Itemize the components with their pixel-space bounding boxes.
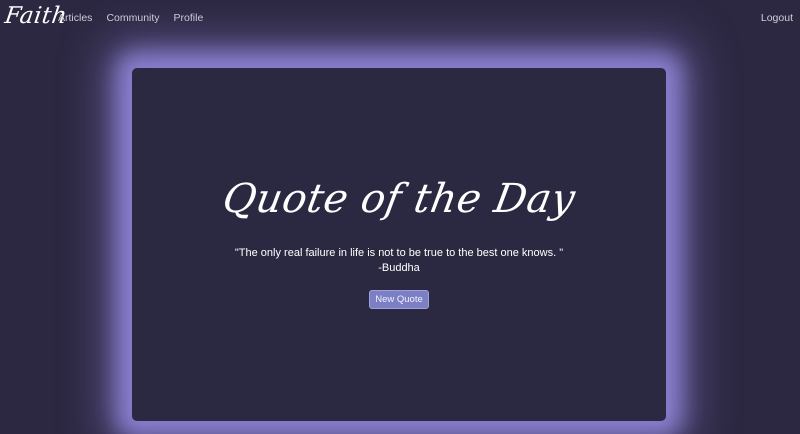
quote-author: -Buddha (378, 262, 420, 274)
nav-link-profile[interactable]: Profile (174, 12, 204, 24)
quote-text: "The only real failure in life is not to… (234, 247, 564, 259)
quote-card: Quote of the Day "The only real failure … (132, 68, 666, 421)
top-navbar: Faith Articles Community Profile Logout (0, 0, 800, 38)
nav-link-community[interactable]: Community (106, 12, 159, 24)
quote-title: Quote of the Day (219, 176, 579, 222)
logout-link[interactable]: Logout (761, 12, 793, 24)
nav-link-articles[interactable]: Articles (58, 12, 92, 24)
nav-links: Articles Community Profile (58, 12, 217, 24)
new-quote-button[interactable]: New Quote (369, 290, 429, 309)
